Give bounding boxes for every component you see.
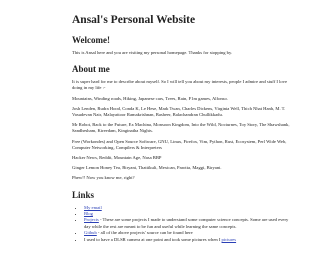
- email-link[interactable]: My email: [84, 205, 102, 210]
- projects-description: - These are some projects I made to unde…: [84, 217, 289, 229]
- page-content: Ansal's Personal Website Welcome! This i…: [72, 0, 294, 280]
- interests-tech: Free (Workondes) and Open Source Softwar…: [72, 138, 287, 150]
- about-intro: It is super hard for me to describe abou…: [72, 79, 288, 91]
- github-description: - all of the above projects' source can …: [96, 230, 193, 236]
- list-item: Projects - These are some projects I mad…: [84, 217, 294, 230]
- blog-link[interactable]: Blog: [84, 211, 93, 216]
- about-heading: About me: [72, 64, 110, 75]
- welcome-text: This is Ansal here and you are visiting …: [72, 50, 233, 55]
- interests-movies: Mr Robot, Back to the Future, Ex Machina…: [72, 122, 290, 134]
- camera-text: I used to have a DLSR camera at one poin…: [84, 236, 221, 242]
- interests-places: Mountains, Winding roads, Hiking, Japane…: [72, 95, 228, 101]
- welcome-heading: Welcome!: [72, 35, 110, 45]
- projects-link[interactable]: Projects: [84, 217, 99, 222]
- links-list: My email Blog Projects - These are some …: [72, 205, 294, 243]
- interests-sites: Hacker News, Reddit, Mountain Age, Nasa …: [72, 155, 162, 161]
- pictures-link[interactable]: pictures: [222, 237, 237, 242]
- list-item: I used to have a DLSR camera at one poin…: [84, 237, 294, 243]
- about-phew: Phew!! Now you know me, right?: [72, 175, 135, 181]
- site-title: Ansal's Personal Website: [72, 14, 196, 26]
- links-heading: Links: [72, 189, 95, 200]
- interests-people: Josh Lenden, Rudra Hood, Conda K, Le Hes…: [72, 105, 286, 118]
- github-link[interactable]: Github: [84, 230, 97, 235]
- interests-food: Ginger Lemon Honey Tea, Biryani, Thattik…: [72, 165, 222, 171]
